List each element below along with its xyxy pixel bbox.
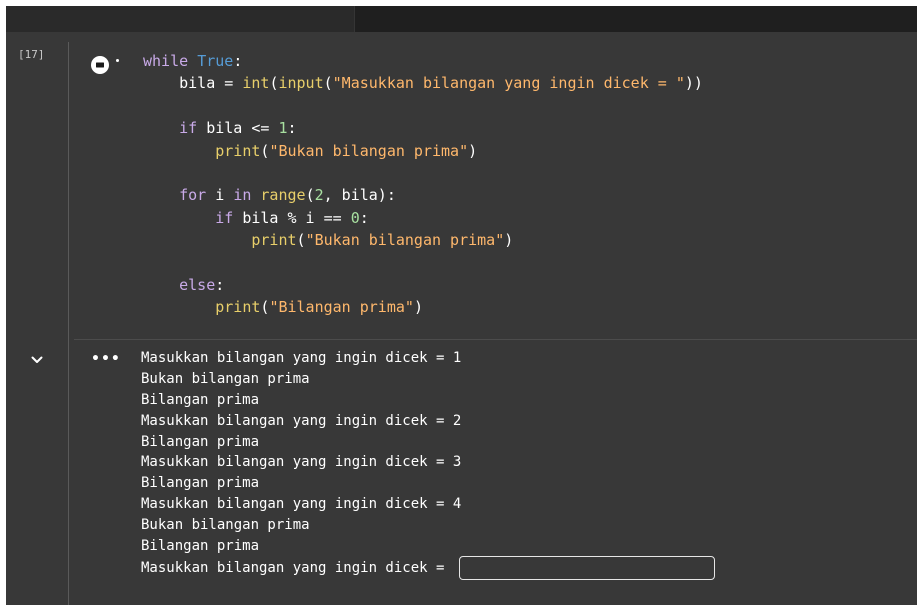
code-token: :: [233, 52, 243, 70]
code-token: "Masukkan bilangan yang ingin dicek = ": [332, 74, 685, 93]
run-cell-icon: [91, 56, 109, 74]
cell-gutter-line: [68, 42, 69, 605]
code-token: range: [260, 186, 306, 205]
code-token: if: [215, 208, 234, 227]
output-line: Bilangan prima: [141, 475, 260, 492]
code-token: True: [197, 52, 234, 70]
code-token: else: [179, 275, 216, 294]
code-line: print("Bilangan prima"): [143, 296, 703, 318]
collapse-output-button[interactable]: [30, 352, 44, 366]
code-token: int: [242, 74, 270, 93]
notebook-frame: [17] while True: bila = int(input("Masuk…: [6, 6, 917, 605]
toolbar-tab: [6, 6, 355, 32]
code-token: ): [504, 231, 514, 250]
output-line: Bukan bilangan prima: [141, 517, 310, 534]
code-token: in: [233, 186, 252, 205]
code-token: i: [206, 186, 234, 205]
code-token: while: [143, 52, 189, 70]
code-token: , bila):: [323, 186, 396, 205]
code-token: "Bukan bilangan prima": [305, 231, 505, 250]
code-token: :: [359, 208, 369, 227]
code-token: (: [296, 231, 306, 250]
code-token: 2: [314, 186, 324, 205]
code-line: bila = int(input("Masukkan bilangan yang…: [143, 72, 703, 94]
code-token: 0: [350, 208, 360, 227]
code-token: print: [215, 298, 261, 317]
code-line: print("Bukan bilangan prima"): [143, 140, 703, 162]
code-token: bila <=: [197, 119, 279, 138]
output-line: Masukkan bilangan yang ingin dicek = 1: [141, 350, 462, 366]
code-token: bila =: [143, 74, 243, 93]
code-token: :: [215, 275, 225, 294]
output-line: Masukkan bilangan yang ingin dicek = 2: [141, 412, 462, 429]
top-toolbar: [6, 6, 917, 32]
code-token: if: [179, 119, 198, 138]
code-token: "Bilangan prima": [269, 298, 414, 317]
code-line: for i in range(2, bila):: [143, 184, 703, 206]
run-cell-button[interactable]: [90, 55, 110, 75]
output-text: Masukkan bilangan yang ingin dicek = 1 Bu…: [141, 348, 911, 557]
code-token: :: [287, 119, 297, 138]
output-separator: [74, 339, 917, 340]
code-token: (: [323, 74, 333, 93]
code-line: else:: [143, 274, 703, 296]
code-editor[interactable]: while True: bila = int(input("Masukkan b…: [143, 50, 703, 319]
code-line: if bila % i == 0:: [143, 207, 703, 229]
output-line: Masukkan bilangan yang ingin dicek = 4: [141, 496, 462, 513]
code-token: print: [251, 231, 297, 250]
code-token: for: [179, 186, 207, 205]
code-token: 1: [278, 119, 288, 138]
stdin-input[interactable]: [458, 555, 715, 580]
output-line: Bilangan prima: [141, 538, 260, 555]
output-line: Bilangan prima: [141, 433, 260, 450]
stdin-prompt: Masukkan bilangan yang ingin dicek =: [141, 559, 453, 576]
code-token: input: [278, 74, 324, 93]
output-actions-menu[interactable]: •••: [91, 351, 121, 367]
code-token: bila % i ==: [233, 208, 351, 227]
chevron-down-icon: [31, 356, 43, 363]
code-token: ): [468, 141, 478, 160]
code-token: "Bukan bilangan prima": [269, 141, 469, 160]
execution-count: [17]: [18, 48, 45, 61]
code-line: if bila <= 1:: [143, 117, 703, 139]
output-line: Bukan bilangan prima: [141, 370, 310, 387]
code-token: (: [305, 186, 315, 205]
output-line: Bilangan prima: [141, 391, 260, 408]
code-token: )): [684, 74, 703, 93]
run-status-dot: [116, 59, 119, 62]
code-line: print("Bukan bilangan prima"): [143, 229, 703, 251]
cell-output: Masukkan bilangan yang ingin dicek = 1 Bu…: [141, 348, 911, 581]
code-token: print: [215, 141, 261, 160]
stdin-prompt-line: Masukkan bilangan yang ingin dicek =: [141, 555, 911, 581]
code-token: ): [413, 298, 423, 317]
code-line: while True:: [143, 50, 703, 72]
output-line: Masukkan bilangan yang ingin dicek = 3: [141, 454, 462, 471]
